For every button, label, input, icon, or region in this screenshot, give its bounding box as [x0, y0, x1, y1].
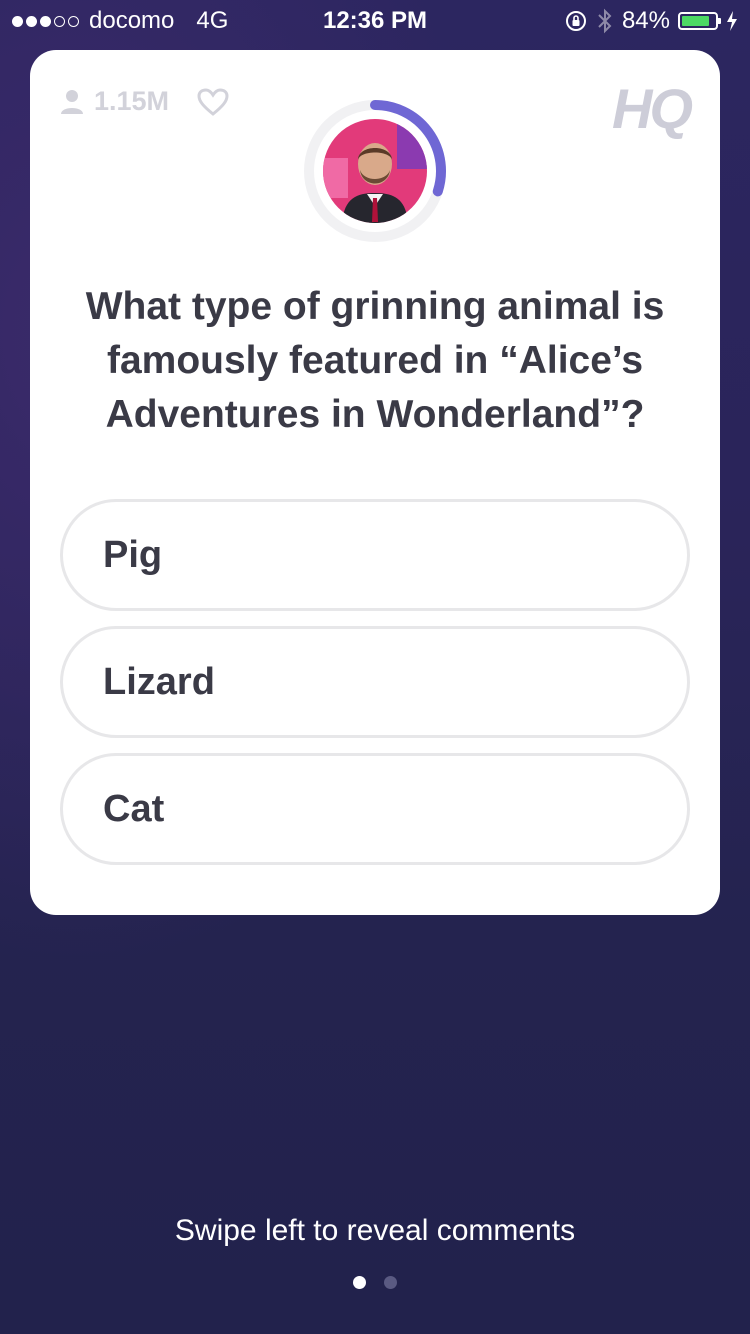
answer-label: Pig — [103, 533, 163, 576]
page-dot-active — [353, 1276, 366, 1289]
answer-option-3[interactable]: Cat — [60, 753, 690, 865]
answer-option-2[interactable]: Lizard — [60, 626, 690, 738]
status-right: 84% — [564, 7, 738, 35]
person-icon — [61, 89, 83, 114]
question-text: What type of grinning animal is famously… — [85, 285, 665, 436]
swipe-hint: Swipe left to reveal comments — [174, 1214, 576, 1247]
host-avatar — [323, 119, 427, 223]
question-card: 1.15M HQ What type of grinning animal is… — [30, 50, 720, 915]
countdown-timer — [304, 100, 446, 242]
answer-label: Lizard — [103, 660, 215, 703]
answer-label: Cat — [103, 787, 165, 830]
battery-icon — [678, 12, 721, 30]
page-dot — [384, 1276, 397, 1289]
heart-icon[interactable] — [197, 87, 229, 116]
status-bar: docomo 4G 12:36 PM 84% — [0, 0, 750, 40]
battery-percent: 84% — [621, 7, 670, 34]
charging-bolt-icon — [727, 11, 737, 31]
viewer-count: 1.15M — [60, 86, 229, 117]
viewer-count-label: 1.15M — [94, 86, 170, 116]
answer-option-1[interactable]: Pig — [60, 499, 690, 611]
orientation-lock-icon — [565, 11, 586, 31]
hq-logo: HQ — [612, 77, 693, 140]
bluetooth-icon — [598, 8, 612, 34]
battery-level — [682, 16, 709, 26]
page-indicator[interactable] — [0, 1276, 750, 1289]
